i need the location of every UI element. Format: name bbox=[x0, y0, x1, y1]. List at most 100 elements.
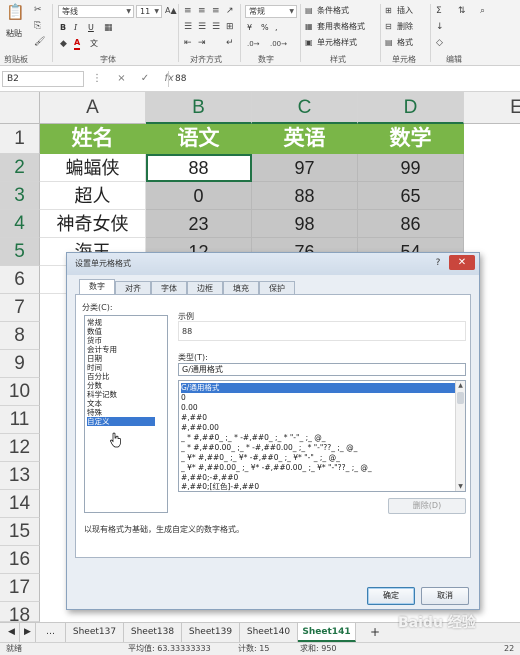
column-header-a[interactable]: A bbox=[40, 92, 146, 124]
fill-icon[interactable]: ↓ bbox=[436, 21, 444, 33]
cancel-button[interactable]: 取消 bbox=[421, 587, 469, 605]
sheet-tab-137[interactable]: Sheet137 bbox=[66, 623, 124, 642]
format-painter-icon[interactable]: 🖌 bbox=[34, 36, 45, 48]
italic-button[interactable]: I bbox=[74, 22, 77, 34]
align-bottom-icon[interactable]: ≡ bbox=[212, 5, 220, 17]
list-item[interactable]: 会计专用 bbox=[87, 345, 155, 354]
tab-protection[interactable]: 保护 bbox=[259, 281, 295, 295]
column-header-d[interactable]: D bbox=[358, 92, 464, 124]
cell-d1[interactable]: 数学 bbox=[358, 124, 464, 154]
list-item[interactable]: 文本 bbox=[87, 399, 155, 408]
comma-button[interactable]: , bbox=[275, 22, 278, 34]
tab-number[interactable]: 数字 bbox=[79, 279, 115, 294]
cancel-icon[interactable]: × bbox=[117, 73, 125, 84]
row-header[interactable]: 17 bbox=[0, 574, 40, 602]
list-item[interactable]: #,##0.00 bbox=[181, 423, 455, 433]
more-sheets-icon[interactable]: … bbox=[36, 623, 66, 642]
list-item[interactable]: 百分比 bbox=[87, 372, 155, 381]
cell-style-button[interactable]: 单元格样式 bbox=[317, 37, 357, 49]
font-name-combo[interactable]: 等线 ▼ bbox=[58, 5, 134, 18]
cell-c3[interactable]: 88 bbox=[252, 182, 358, 210]
row-header[interactable]: 15 bbox=[0, 518, 40, 546]
prev-sheet-icon[interactable]: ◀ bbox=[4, 623, 20, 642]
row-header[interactable]: 2 bbox=[0, 154, 40, 182]
autosum-icon[interactable]: Σ bbox=[436, 5, 442, 17]
list-item[interactable]: #,##0;[红色]-#,##0 bbox=[181, 482, 455, 492]
format-list-scrollbar[interactable]: ▲ ▼ bbox=[455, 381, 465, 491]
list-item[interactable]: _ * #,##0_ ;_ * -#,##0_ ;_ * "-"_ ;_ @_ bbox=[181, 433, 455, 443]
align-middle-icon[interactable]: ≡ bbox=[198, 5, 206, 17]
zoom-level[interactable]: 22 bbox=[504, 643, 514, 655]
category-list[interactable]: 常规 数值 货币 会计专用 日期 时间 百分比 分数 科学记数 文本 特殊 自定… bbox=[84, 315, 168, 513]
scroll-down-icon[interactable]: ▼ bbox=[456, 482, 465, 491]
scroll-up-icon[interactable]: ▲ bbox=[456, 381, 465, 390]
percent-button[interactable]: % bbox=[261, 22, 269, 34]
list-item[interactable]: 0 bbox=[181, 393, 455, 403]
list-item[interactable]: 数值 bbox=[87, 327, 155, 336]
cell-d4[interactable]: 86 bbox=[358, 210, 464, 238]
list-item[interactable]: 特殊 bbox=[87, 408, 155, 417]
row-header[interactable]: 8 bbox=[0, 322, 40, 350]
dialog-title-bar[interactable]: 设置单元格格式 ? ✕ bbox=[67, 253, 479, 275]
ok-button[interactable]: 确定 bbox=[367, 587, 415, 605]
help-icon[interactable]: ? bbox=[431, 257, 445, 270]
cell-a1[interactable]: 姓名 bbox=[40, 124, 146, 154]
indent-icon[interactable]: ⇥ bbox=[198, 37, 206, 49]
cell-c2[interactable]: 97 bbox=[252, 154, 358, 182]
underline-button[interactable]: U bbox=[88, 22, 94, 34]
conditional-format-button[interactable]: 条件格式 bbox=[317, 5, 349, 17]
list-item[interactable]: #,##0 bbox=[181, 413, 455, 423]
sheet-tab-139[interactable]: Sheet139 bbox=[182, 623, 240, 642]
increase-decimal-icon[interactable]: .0→ bbox=[247, 38, 260, 50]
tab-font[interactable]: 字体 bbox=[151, 281, 187, 295]
wrap-text-icon[interactable]: ↵ bbox=[226, 37, 234, 49]
close-icon[interactable]: ✕ bbox=[449, 255, 475, 270]
align-left-icon[interactable]: ☰ bbox=[184, 21, 192, 33]
bold-button[interactable]: B bbox=[60, 22, 66, 34]
align-right-icon[interactable]: ☰ bbox=[212, 21, 220, 33]
formula-input[interactable]: 88 bbox=[168, 71, 518, 87]
sort-filter-icon[interactable]: ⇅ bbox=[458, 5, 466, 17]
copy-icon[interactable]: ⎘ bbox=[34, 20, 41, 32]
cell-c4[interactable]: 98 bbox=[252, 210, 358, 238]
column-header-b[interactable]: B bbox=[146, 92, 252, 124]
decrease-decimal-icon[interactable]: .00→ bbox=[270, 38, 287, 50]
row-header[interactable]: 14 bbox=[0, 490, 40, 518]
delete-button[interactable]: 删除 bbox=[397, 21, 413, 33]
number-format-combo[interactable]: 常规 ▼ bbox=[245, 5, 297, 18]
tab-border[interactable]: 边框 bbox=[187, 281, 223, 295]
orientation-icon[interactable]: ↗ bbox=[226, 5, 234, 17]
cell-a2[interactable]: 蝙蝠侠 bbox=[40, 154, 146, 182]
phonetic-button[interactable]: 文 bbox=[90, 38, 98, 50]
format-list[interactable]: G/通用格式 0 0.00 #,##0 #,##0.00 _ * #,##0_ … bbox=[178, 380, 466, 492]
type-input[interactable]: G/通用格式 bbox=[178, 363, 466, 376]
select-all-corner[interactable] bbox=[0, 92, 40, 124]
list-item[interactable]: _ * #,##0.00_ ;_ * -#,##0.00_ ;_ * "-"??… bbox=[181, 443, 455, 453]
list-item[interactable]: 时间 bbox=[87, 363, 155, 372]
fill-color-icon[interactable]: ◆ bbox=[60, 38, 67, 50]
next-sheet-icon[interactable]: ▶ bbox=[20, 623, 36, 642]
row-header[interactable]: 9 bbox=[0, 350, 40, 378]
cell-b2[interactable]: 88 bbox=[146, 154, 252, 182]
cell-a3[interactable]: 超人 bbox=[40, 182, 146, 210]
row-header[interactable]: 12 bbox=[0, 434, 40, 462]
list-item-selected[interactable]: G/通用格式 bbox=[181, 383, 455, 393]
list-item[interactable]: 常规 bbox=[87, 318, 155, 327]
row-header[interactable]: 6 bbox=[0, 266, 40, 294]
merge-icon[interactable]: ⊞ bbox=[226, 21, 234, 33]
row-header[interactable]: 18 bbox=[0, 602, 40, 622]
delete-format-button[interactable]: 删除(D) bbox=[388, 498, 466, 514]
font-size-combo[interactable]: 11 ▼ bbox=[136, 5, 162, 18]
list-item[interactable]: 货币 bbox=[87, 336, 155, 345]
sheet-tab-140[interactable]: Sheet140 bbox=[240, 623, 298, 642]
row-header[interactable]: 13 bbox=[0, 462, 40, 490]
row-header[interactable]: 11 bbox=[0, 406, 40, 434]
cell-c1[interactable]: 英语 bbox=[252, 124, 358, 154]
format-button[interactable]: 格式 bbox=[397, 37, 413, 49]
outdent-icon[interactable]: ⇤ bbox=[184, 37, 192, 49]
cut-icon[interactable]: ✂ bbox=[34, 4, 42, 16]
list-item-selected[interactable]: 自定义 bbox=[87, 417, 155, 426]
list-item[interactable]: _ ¥* #,##0.00_ ;_ ¥* -#,##0.00_ ;_ ¥* "-… bbox=[181, 463, 455, 473]
paste-icon[interactable]: 📋 bbox=[6, 5, 25, 20]
sheet-tab-141[interactable]: Sheet141 bbox=[298, 623, 356, 642]
